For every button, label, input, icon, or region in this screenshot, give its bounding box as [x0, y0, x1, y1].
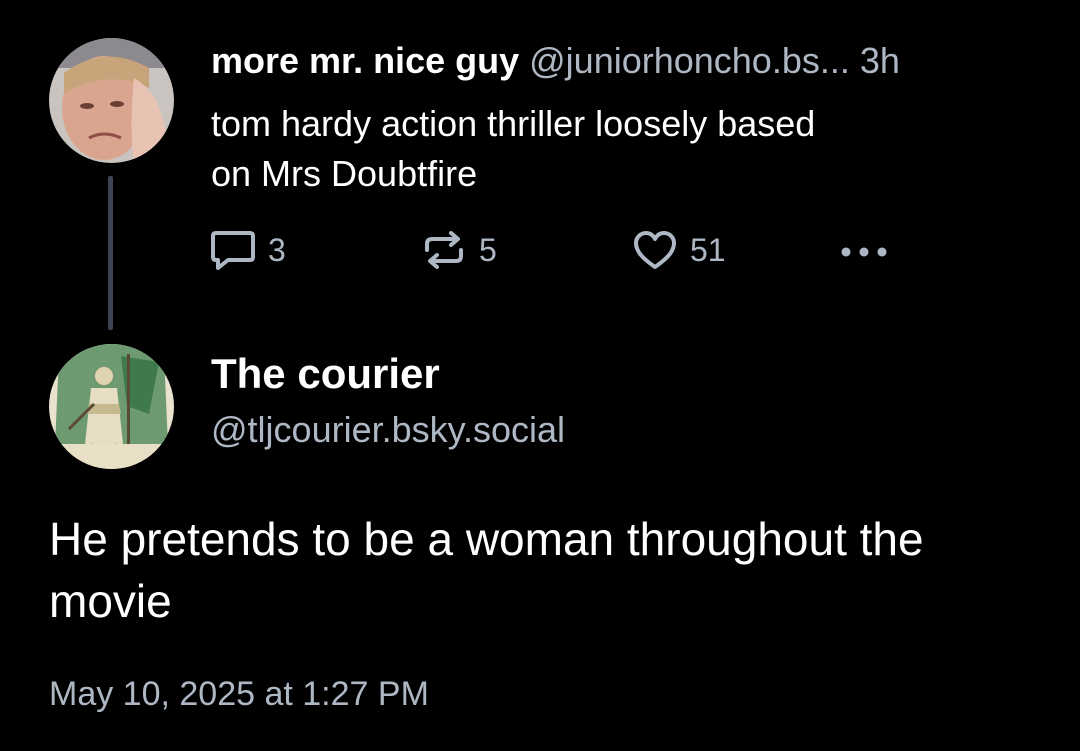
thread-connector-line: [108, 176, 113, 330]
reply-count: 3: [268, 231, 286, 268]
parent-post-text-line: on Mrs Doubtfire: [211, 153, 478, 194]
reply-avatar-illustration: [49, 344, 174, 469]
parent-post-age[interactable]: 3h: [860, 40, 900, 81]
parent-avatar-photo: [49, 38, 174, 163]
like-count: 51: [690, 231, 726, 268]
reply-author-avatar[interactable]: [49, 344, 174, 469]
parent-author-avatar[interactable]: [49, 38, 174, 163]
reply-author-name[interactable]: The courier: [211, 350, 440, 398]
like-button[interactable]: 51: [632, 226, 726, 274]
repost-arrows-icon: [425, 231, 463, 269]
reply-timestamp: May 10, 2025 at 1:27 PM: [49, 675, 429, 713]
ellipsis-icon: [841, 247, 887, 257]
parent-post-text: tom hardy action thriller loosely based …: [211, 99, 1031, 199]
repost-count: 5: [479, 231, 497, 268]
parent-author-handle[interactable]: @juniorhoncho.bs...: [529, 40, 850, 81]
reply-post-text: He pretends to be a woman throughout the…: [49, 513, 924, 627]
more-options-button[interactable]: [838, 226, 894, 274]
reply-button[interactable]: 3: [210, 226, 286, 274]
heart-icon: [634, 231, 676, 269]
reply-author-handle[interactable]: @tljcourier.bsky.social: [211, 408, 565, 452]
parent-author-name[interactable]: more mr. nice guy: [211, 40, 519, 81]
speech-bubble-icon: [211, 231, 255, 270]
parent-post-text-line: tom hardy action thriller loosely based: [211, 103, 816, 144]
repost-button[interactable]: 5: [421, 226, 497, 274]
parent-post-header: more mr. nice guy @juniorhoncho.bs... 3h: [211, 40, 900, 82]
